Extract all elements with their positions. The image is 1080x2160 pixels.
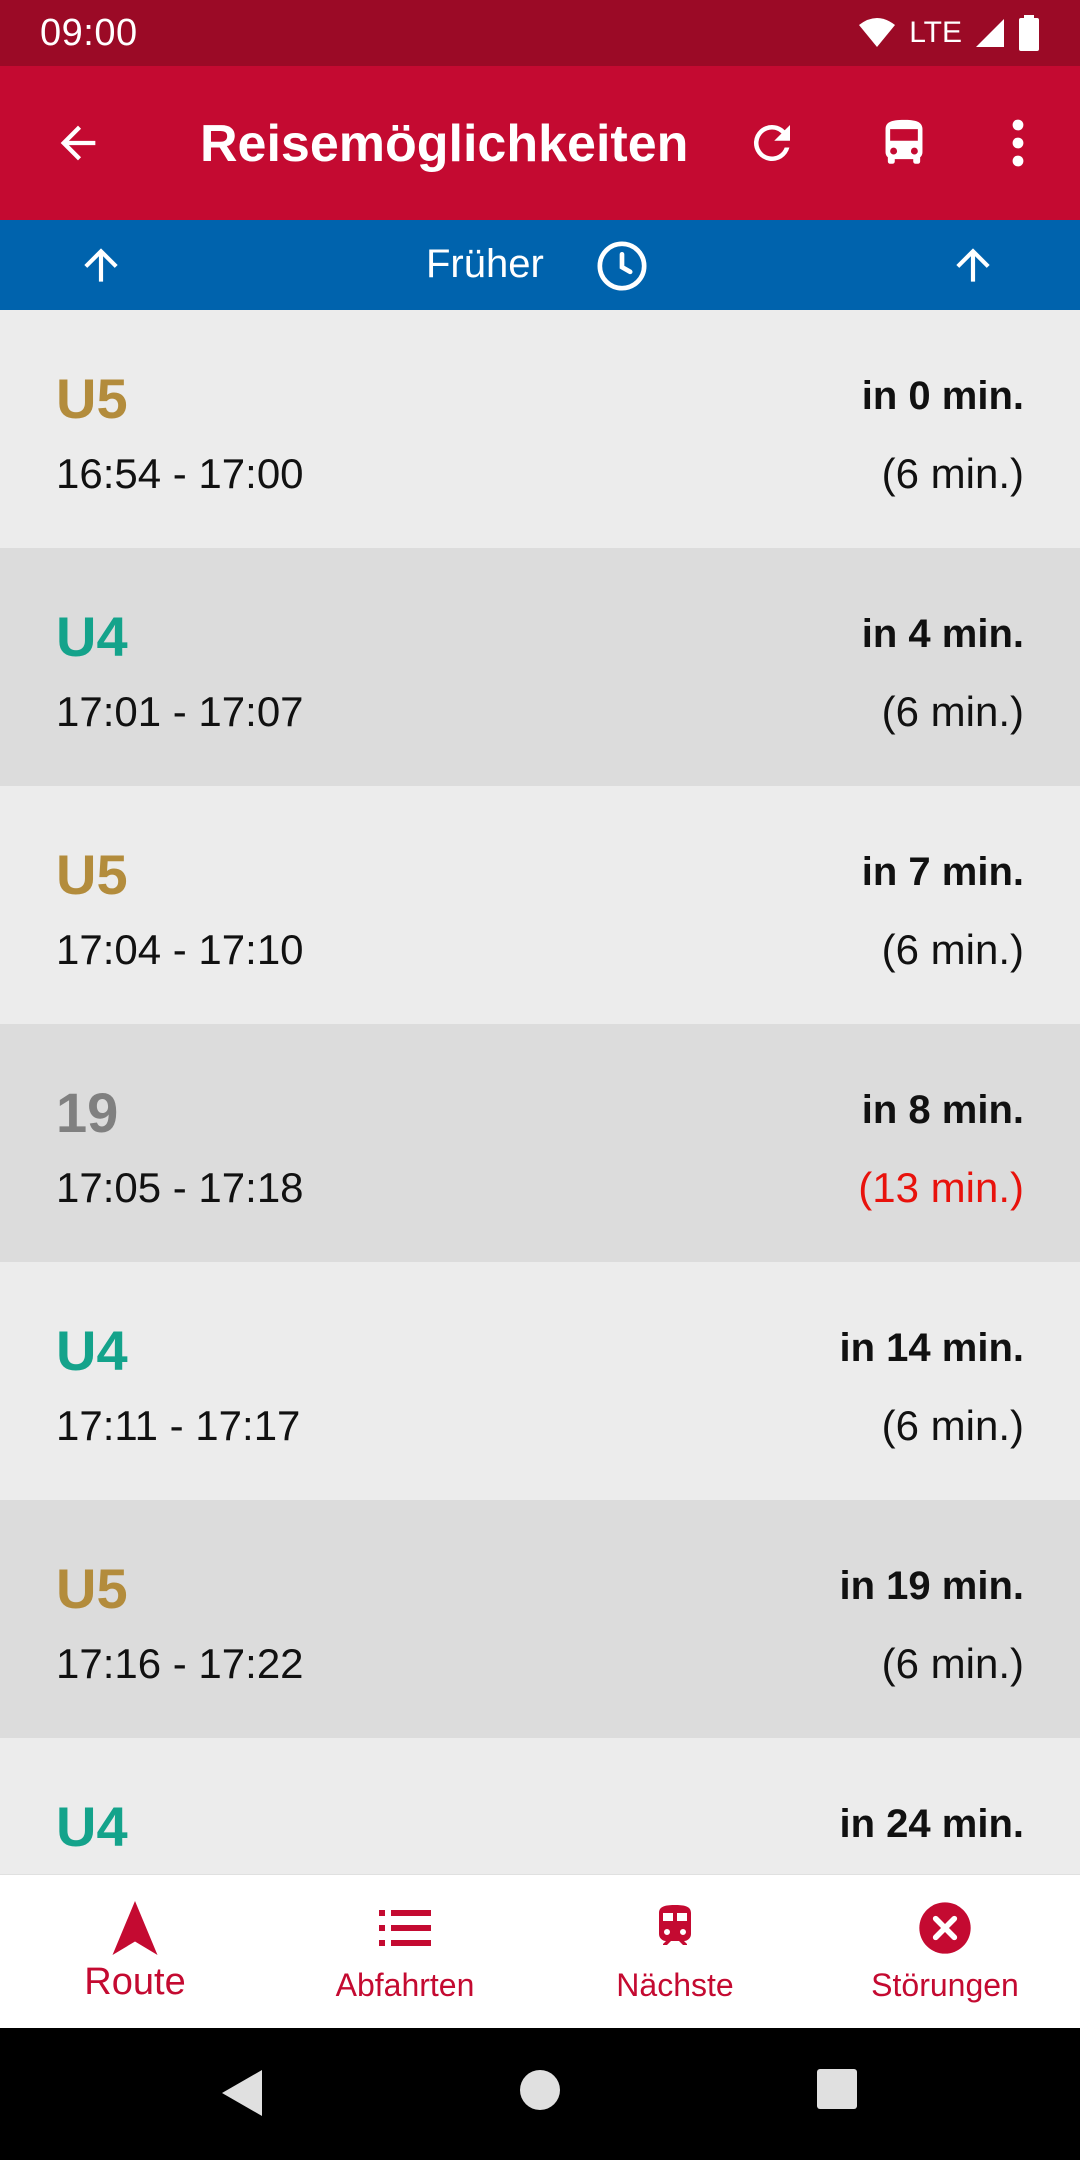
departure-countdown: in 8 min. <box>861 1088 1024 1132</box>
page-title: Reisemöglichkeiten <box>200 115 689 173</box>
system-home-icon[interactable] <box>518 2068 562 2112</box>
clock-icon <box>597 241 647 291</box>
trip-duration: (6 min.) <box>881 450 1024 497</box>
trip-duration: (6 min.) <box>881 926 1024 973</box>
system-recents-icon[interactable] <box>816 2068 858 2110</box>
trip-row[interactable]: U4 17:01 - 17:07 in 4 min. (6 min.) <box>0 548 1080 786</box>
signal-icon <box>976 19 1004 47</box>
trip-row[interactable]: U4 in 24 min. <box>0 1738 1080 1874</box>
battery-icon <box>1019 15 1039 51</box>
departure-countdown: in 7 min. <box>861 850 1024 894</box>
nav-label: Route <box>84 1961 186 2003</box>
status-icons: LTE <box>857 15 1040 51</box>
trip-times: 16:54 - 17:00 <box>56 450 304 497</box>
more-options-button[interactable] <box>968 93 1068 193</box>
train-icon <box>659 1905 691 1945</box>
trip-duration: (6 min.) <box>881 1402 1024 1449</box>
trip-duration: (6 min.) <box>881 688 1024 735</box>
status-bar: 09:00 LTE <box>0 0 1080 66</box>
navigation-arrow-icon <box>112 1901 158 1955</box>
arrow-back-icon <box>60 125 96 161</box>
trip-row[interactable]: U5 16:54 - 17:00 in 0 min. (6 min.) <box>0 310 1080 548</box>
departure-countdown: in 14 min. <box>839 1326 1025 1370</box>
bus-icon <box>885 119 923 164</box>
departure-countdown: in 19 min. <box>839 1564 1025 1608</box>
trip-times: 17:11 - 17:17 <box>56 1402 301 1449</box>
line-number: U4 <box>56 1319 128 1382</box>
app-bar: Reisemöglichkeiten <box>0 66 1080 220</box>
list-icon <box>379 1910 431 1946</box>
earlier-label[interactable]: Früher <box>426 242 544 287</box>
trip-list[interactable]: U5 16:54 - 17:00 in 0 min. (6 min.) U4 1… <box>0 310 1080 1874</box>
trip-row[interactable]: 19 17:05 - 17:18 in 8 min. (13 min.) <box>0 1024 1080 1262</box>
departure-countdown: in 4 min. <box>861 612 1024 656</box>
trip-times: 17:01 - 17:07 <box>56 688 304 735</box>
wifi-icon <box>859 18 896 47</box>
trip-row[interactable]: U5 17:04 - 17:10 in 7 min. (6 min.) <box>0 786 1080 1024</box>
arrow-up-icon <box>956 248 990 282</box>
trip-times: 17:05 - 17:18 <box>56 1164 304 1211</box>
bus-button[interactable] <box>854 93 954 193</box>
line-number: 19 <box>56 1081 119 1144</box>
line-number: U4 <box>56 605 128 668</box>
departure-countdown: in 0 min. <box>861 374 1024 418</box>
nav-label: Störungen <box>871 1967 1019 2003</box>
trip-row[interactable]: U4 17:11 - 17:17 in 14 min. (6 min.) <box>0 1262 1080 1500</box>
arrow-up-icon <box>84 248 118 282</box>
earlier-bar[interactable]: Früher <box>0 220 1080 310</box>
system-back-icon[interactable] <box>218 2068 264 2118</box>
line-number: U5 <box>56 843 128 906</box>
refresh-button[interactable] <box>722 93 822 193</box>
departure-countdown: in 24 min. <box>839 1802 1025 1846</box>
trip-times: 17:16 - 17:22 <box>56 1640 304 1687</box>
network-type: LTE <box>909 16 962 49</box>
nav-item-abfahrten[interactable]: Abfahrten <box>270 1875 540 2029</box>
trip-duration: (6 min.) <box>881 1640 1024 1687</box>
more-vert-icon <box>1012 119 1024 167</box>
nav-item-route[interactable]: Route <box>0 1875 270 2029</box>
nav-label: Abfahrten <box>335 1967 475 2003</box>
cancel-circle-icon <box>919 1902 971 1954</box>
trip-row[interactable]: U5 17:16 - 17:22 in 19 min. (6 min.) <box>0 1500 1080 1738</box>
nav-item-stoerungen[interactable]: Störungen <box>810 1875 1080 2029</box>
status-time: 09:00 <box>40 11 138 54</box>
nav-item-naechste[interactable]: Nächste <box>540 1875 810 2029</box>
bottom-navigation: Route Abfahrten Nächste Störungen <box>0 1874 1080 2028</box>
nav-label: Nächste <box>616 1967 734 2003</box>
trip-times: 17:04 - 17:10 <box>56 926 304 973</box>
system-navigation-bar <box>0 2028 1080 2160</box>
line-number: U4 <box>56 1795 128 1858</box>
line-number: U5 <box>56 1557 128 1620</box>
refresh-icon <box>753 124 790 161</box>
back-button[interactable] <box>28 93 128 193</box>
line-number: U5 <box>56 367 128 430</box>
trip-duration: (13 min.) <box>858 1164 1024 1211</box>
